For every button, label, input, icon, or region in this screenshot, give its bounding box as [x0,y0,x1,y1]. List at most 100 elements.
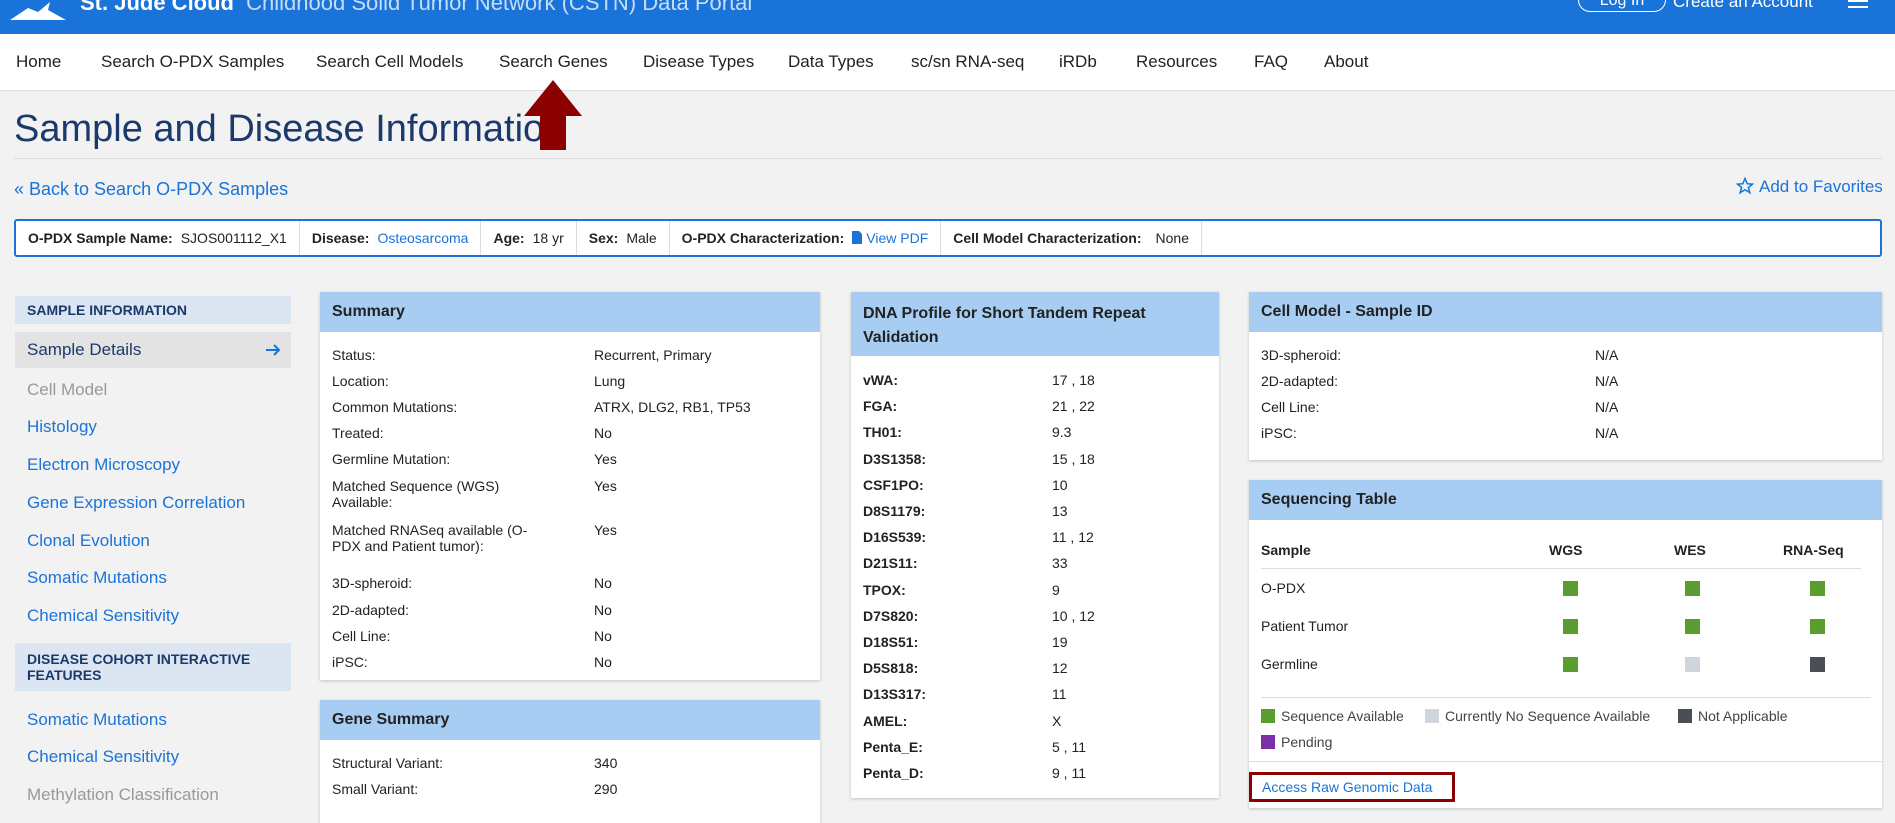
nav-scsn-rnaseq[interactable]: sc/sn RNA-seq [911,52,1024,72]
dna-marker-value: 19 [1052,634,1068,650]
st-jude-logo-icon[interactable] [8,0,68,22]
dna-marker-value: 11 , 12 [1052,529,1094,546]
seq-status-square [1810,657,1825,672]
sample-info-bar: O-PDX Sample Name: SJOS001112_X1 Disease:… [14,219,1882,257]
dna-marker-label: D5S818: [863,660,919,677]
brand-subtitle: Childhood Solid Tumor Network (CSTN) Dat… [246,0,753,15]
dna-marker-value: 9 [1052,581,1060,598]
login-button[interactable]: Log In [1578,0,1666,12]
divider [14,158,1882,159]
cell-model-card: Cell Model - Sample ID 3D-spheroid: N/A 2… [1249,292,1882,460]
sample-name-field: O-PDX Sample Name: SJOS001112_X1 [16,221,300,255]
sidebar-item-cell-model: Cell Model [27,380,108,399]
sidebar-item-clonal-evolution[interactable]: Clonal Evolution [27,531,150,551]
nav-search-cell-models[interactable]: Search Cell Models [316,52,463,72]
sidebar-item-histology[interactable]: Histology [27,417,97,437]
nav-home[interactable]: Home [16,52,61,72]
dna-marker-label: Penta_E: [863,738,923,755]
seq-status-square [1810,619,1825,634]
page-title: Sample and Disease Information [14,108,566,150]
star-icon [1735,176,1755,195]
add-to-favorites-label: Add to Favorites [1759,177,1883,196]
dna-marker-label: CSF1PO: [863,476,924,493]
seq-status-square [1685,581,1700,596]
brand-title[interactable]: St. Jude Cloud Childhood Solid Tumor Net… [80,0,752,16]
gene-summary-card: Gene Summary Structural Variant: 340 Smal… [320,700,820,823]
brand-name: St. Jude Cloud [80,0,234,15]
dna-marker-value: 9.3 [1052,424,1072,441]
pdf-file-icon [852,231,863,244]
dna-marker-value: X [1052,712,1062,729]
sidebar-item-chemical-sensitivity[interactable]: Chemical Sensitivity [27,606,179,626]
seq-status-square [1810,581,1825,596]
seq-row-sample: Germline [1261,656,1318,672]
legend-pending: Pending [1261,734,1332,750]
age-field: Age: 18 yr [481,221,577,255]
dna-marker-label: vWA: [863,372,898,388]
seq-header-wes: WES [1674,542,1706,558]
legend-no-sequence: Currently No Sequence Available [1425,708,1650,724]
dna-marker-label: FGA: [863,398,898,415]
hamburger-menu-icon[interactable] [1848,0,1868,10]
sidebar-item-sample-details[interactable]: Sample Details [15,332,291,368]
dna-profile-card-title: DNA Profile for Short Tandem Repeat Vali… [851,292,1219,356]
dna-marker-label: D8S1179: [863,503,926,519]
dna-profile-card: DNA Profile for Short Tandem Repeat Vali… [851,292,1219,798]
annotation-arrow-icon [524,80,582,150]
dna-marker-label: AMEL: [863,712,908,729]
main-nav: Home Search O-PDX Samples Search Cell Mo… [0,34,1895,91]
view-pdf-link[interactable]: View PDF [852,230,928,246]
nav-irdb[interactable]: iRDb [1059,52,1097,72]
dna-marker-label: D7S820: [863,607,919,624]
seq-row-sample: O-PDX [1261,580,1306,596]
seq-header-sample: Sample [1261,542,1311,558]
seq-row-sample: Patient Tumor [1261,618,1349,634]
dna-marker-value: 33 [1052,555,1068,572]
dna-marker-value: 12 [1052,660,1068,677]
dna-marker-label: D16S539: [863,529,927,546]
nav-faq[interactable]: FAQ [1254,52,1288,72]
seq-legend-divider [1261,697,1871,698]
create-account-link[interactable]: Create an Account [1673,0,1813,12]
dna-marker-value: 5 , 11 [1052,738,1086,755]
add-to-favorites-button[interactable]: Add to Favorites [1735,176,1883,197]
dna-marker-value: 13 [1052,503,1068,519]
gene-summary-card-title: Gene Summary [320,700,820,740]
dna-marker-value: 15 , 18 [1052,450,1095,467]
nav-data-types[interactable]: Data Types [788,52,874,72]
nav-search-genes[interactable]: Search Genes [499,52,608,72]
summary-card-title: Summary [320,292,820,332]
nav-disease-types[interactable]: Disease Types [643,52,754,72]
dna-marker-value: 10 , 12 [1052,607,1095,624]
sidebar-item-electron-microscopy[interactable]: Electron Microscopy [27,455,180,475]
sidebar-section-sample-info: SAMPLE INFORMATION [15,296,291,324]
dna-marker-value: 21 , 22 [1052,398,1095,415]
top-bar: St. Jude Cloud Childhood Solid Tumor Net… [0,0,1895,34]
dna-marker-label: TH01: [863,424,902,441]
dna-marker-label: Penta_D: [863,765,924,781]
access-raw-genomic-data-link[interactable]: Access Raw Genomic Data [1249,772,1455,802]
sidebar-item-cohort-somatic-mutations[interactable]: Somatic Mutations [27,710,167,730]
arrow-right-icon [266,344,281,356]
sidebar-item-gene-expression[interactable]: Gene Expression Correlation [27,493,245,513]
dna-marker-value: 11 [1052,686,1067,703]
sidebar-item-somatic-mutations[interactable]: Somatic Mutations [27,568,167,588]
sequencing-table-title: Sequencing Table [1249,480,1882,520]
seq-header-wgs: WGS [1549,542,1583,558]
seq-header-divider [1261,568,1861,569]
disease-field: Disease: Osteosarcoma [300,221,482,255]
disease-link[interactable]: Osteosarcoma [377,230,468,246]
cell-model-characterization-field: Cell Model Characterization: None [941,221,1202,255]
nav-resources[interactable]: Resources [1136,52,1217,72]
sidebar-section-disease-cohort: DISEASE COHORT INTERACTIVE FEATURES [15,643,291,691]
sex-field: Sex: Male [577,221,670,255]
seq-status-square [1563,581,1578,596]
legend-not-applicable: Not Applicable [1678,708,1788,724]
back-to-search-link[interactable]: « Back to Search O-PDX Samples [14,179,288,200]
dna-marker-value: 17 , 18 [1052,372,1095,388]
nav-about[interactable]: About [1324,52,1368,72]
dna-marker-value: 9 , 11 [1052,765,1086,781]
seq-status-square [1563,657,1578,672]
nav-search-opdx[interactable]: Search O-PDX Samples [101,52,284,72]
sidebar-item-cohort-chemical-sensitivity[interactable]: Chemical Sensitivity [27,747,179,767]
